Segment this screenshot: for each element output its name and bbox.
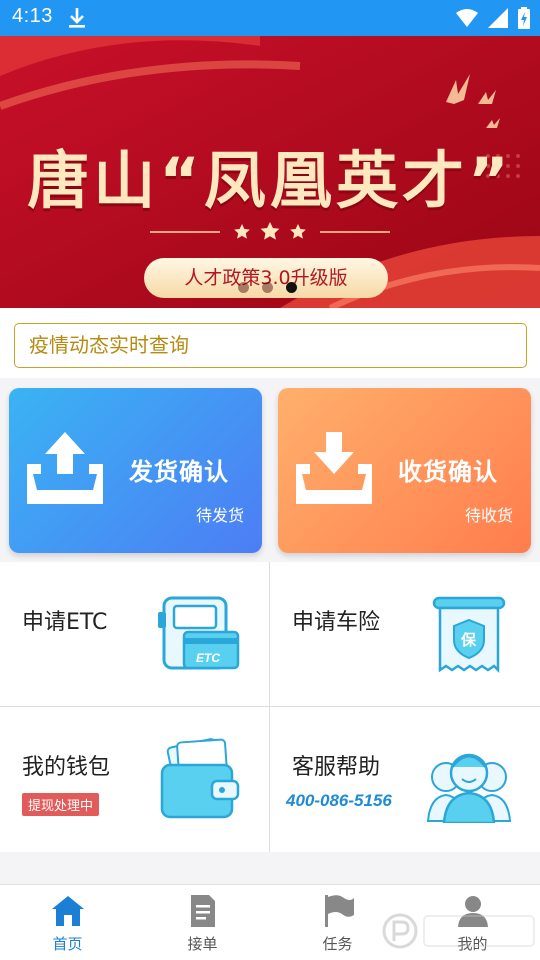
upload-tray-icon (27, 432, 103, 504)
system-icons (456, 7, 530, 29)
tab-orders[interactable]: 接单 (135, 885, 270, 960)
apply-etc-label: 申请ETC (22, 610, 108, 635)
banner-title: 唐山“凤凰英才” (27, 144, 513, 217)
banner-pagination (238, 282, 297, 293)
search-section: 疫情动态实时查询 (0, 308, 540, 378)
ship-confirm-card[interactable]: 发货确认 待发货 (9, 388, 262, 553)
pagination-dot-active[interactable] (286, 282, 297, 293)
tab-home-label: 首页 (52, 935, 83, 953)
pagination-dot[interactable] (238, 282, 249, 293)
customer-support-item[interactable]: 客服帮助 400-086-5156 (270, 707, 540, 852)
app-screen: 4:13 唐山“凤凰英才” 人才政策3.0升级版 疫情动态实时查询 发货确认 待… (0, 0, 540, 960)
pagination-dot[interactable] (262, 282, 273, 293)
promo-banner[interactable]: 唐山“凤凰英才” 人才政策3.0升级版 (0, 36, 540, 308)
ship-confirm-label: 发货确认 (129, 458, 229, 486)
receive-confirm-label: 收货确认 (398, 458, 498, 486)
etc-device-icon: ETC (158, 596, 240, 670)
insurance-scroll-icon: 保 (432, 596, 506, 674)
tab-home[interactable]: 首页 (0, 885, 135, 960)
battery-icon (518, 7, 530, 29)
receive-pending-label: 待收货 (464, 506, 513, 525)
tab-orders-label: 接单 (187, 935, 218, 953)
download-icon (69, 8, 85, 28)
apply-etc-item[interactable]: 申请ETC ETC (0, 562, 270, 707)
customer-support-label: 客服帮助 (292, 755, 381, 780)
document-icon (190, 895, 215, 927)
ship-pending-label: 待发货 (195, 506, 244, 525)
apply-insurance-item[interactable]: 申请车险 保 (270, 562, 540, 707)
status-time: 4:13 (12, 5, 53, 27)
download-tray-icon (296, 432, 372, 504)
my-wallet-label: 我的钱包 (22, 755, 111, 780)
insurance-seal-text: 保 (460, 631, 477, 649)
signal-icon (488, 8, 508, 28)
support-agents-icon (426, 753, 512, 823)
epidemic-query-bar[interactable]: 疫情动态实时查询 (14, 323, 527, 368)
wallet-icon (160, 738, 240, 819)
etc-card-text: ETC (196, 651, 220, 665)
my-wallet-item[interactable]: 我的钱包 提现处理中 (0, 707, 270, 852)
flag-icon (324, 895, 354, 927)
apply-insurance-label: 申请车险 (292, 610, 381, 635)
service-grid: 申请ETC ETC 申请车险 保 我的钱包 提现处理中 客服帮助 400-086… (0, 562, 540, 852)
status-bar: 4:13 (0, 0, 540, 36)
withdraw-status-badge: 提现处理中 (22, 793, 100, 816)
receive-confirm-card[interactable]: 收货确认 待收货 (278, 388, 531, 553)
stars-decoration (150, 222, 390, 240)
home-icon (51, 896, 84, 926)
support-phone[interactable]: 400-086-5156 (286, 791, 392, 811)
wifi-icon (456, 9, 478, 27)
watermark-logo (382, 913, 535, 949)
